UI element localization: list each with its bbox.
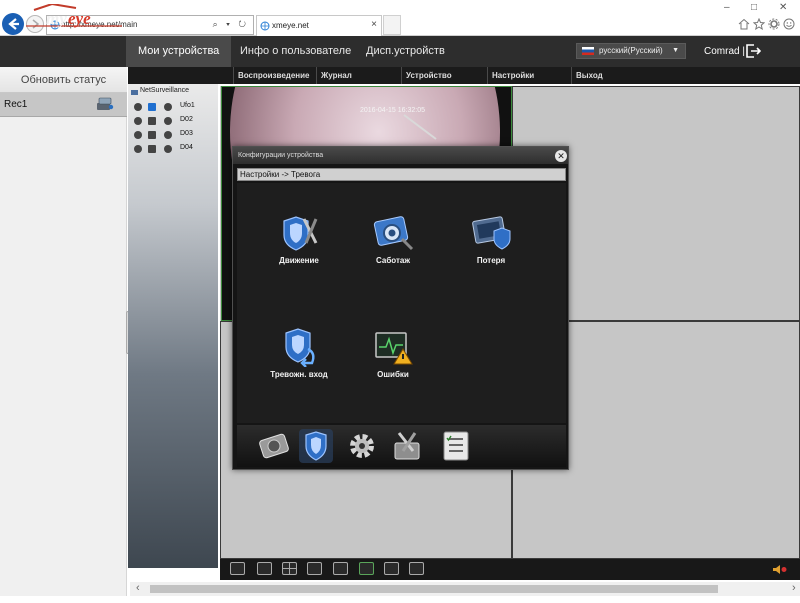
stop-all-icon[interactable] xyxy=(409,562,424,575)
device-tree-icon xyxy=(131,90,138,95)
window-close-button[interactable]: ✕ xyxy=(779,2,787,13)
fullscreen-icon[interactable] xyxy=(230,562,245,575)
menu-log[interactable]: Журнал xyxy=(316,67,352,84)
dialog-title: Конфигурации устройства xyxy=(233,147,568,164)
menu-exit[interactable]: Выход xyxy=(571,67,603,84)
language-select[interactable]: русский(Русский) ▼ xyxy=(576,43,686,59)
camera-tamper-icon xyxy=(373,216,414,251)
breadcrumb: Настройки -> Тревога xyxy=(237,168,566,181)
main-menu-bar xyxy=(128,67,800,84)
record-all-icon[interactable] xyxy=(307,562,322,575)
info-list-icon[interactable] xyxy=(439,429,473,463)
stream-icon[interactable] xyxy=(164,103,172,111)
back-button[interactable] xyxy=(2,13,24,35)
tab-title: xmeye.net xyxy=(272,21,309,30)
scroll-thumb[interactable] xyxy=(150,585,718,593)
menu-playback[interactable]: Воспроизведение xyxy=(233,67,310,84)
errors-label: Ошибки xyxy=(377,370,409,379)
channel-tree: NetSurveillance Ufo1 D02 D03 D04 xyxy=(128,84,218,568)
error-warning-icon xyxy=(375,332,413,365)
video-loss-icon xyxy=(472,216,511,250)
status-bar-fragment xyxy=(358,597,448,603)
disk-icon[interactable] xyxy=(257,429,291,463)
motion-detection-item[interactable]: Движение xyxy=(263,213,335,265)
record-icon[interactable] xyxy=(134,117,142,125)
errors-item[interactable]: Ошибки xyxy=(357,327,429,379)
play-icon[interactable] xyxy=(148,117,156,125)
play-icon[interactable] xyxy=(148,103,156,111)
svg-text:my: my xyxy=(46,9,67,28)
volume-icon[interactable] xyxy=(772,564,788,575)
tamper-label: Саботаж xyxy=(376,256,410,265)
motion-shield-tools-icon xyxy=(283,216,318,251)
nav-user-info[interactable]: Инфо о пользователе xyxy=(228,36,363,67)
dialog-close-icon[interactable]: ✕ xyxy=(555,150,567,162)
tree-root[interactable]: NetSurveillance xyxy=(131,87,189,95)
device-item-rec1[interactable]: Rec1 xyxy=(0,93,127,117)
new-tab-button[interactable] xyxy=(383,15,401,35)
logout-icon[interactable] xyxy=(745,44,761,58)
device-sidebar: Обновить статус Rec1 xyxy=(0,67,127,596)
play-icon[interactable] xyxy=(148,145,156,153)
username: Comrad | xyxy=(704,46,745,57)
alarm-input-item[interactable]: Тревожн. вход xyxy=(263,327,335,379)
browser-tab[interactable]: xmeye.net × xyxy=(256,15,382,36)
alarm-input-icon xyxy=(285,328,315,367)
device-name: Rec1 xyxy=(4,99,28,110)
menu-device[interactable]: Устройство xyxy=(401,67,452,84)
record-icon[interactable] xyxy=(134,131,142,139)
play-icon[interactable] xyxy=(148,131,156,139)
motion-label: Движение xyxy=(279,256,319,265)
stream-icon[interactable] xyxy=(164,131,172,139)
back-arrow-icon xyxy=(8,18,19,30)
tab-close-icon[interactable]: × xyxy=(371,19,377,30)
record-icon[interactable] xyxy=(134,103,142,111)
shield-icon[interactable] xyxy=(299,429,333,463)
stream-icon[interactable] xyxy=(164,117,172,125)
settings-gear-icon[interactable] xyxy=(345,429,379,463)
camera-image-detail xyxy=(403,114,437,140)
svg-text:eye: eye xyxy=(68,9,91,28)
refresh-status-button[interactable]: Обновить статус xyxy=(0,67,127,93)
nav-device-manager[interactable]: Дисп.устройств xyxy=(354,36,457,67)
gear-icon[interactable] xyxy=(768,18,780,30)
chevron-down-icon: ▼ xyxy=(672,47,679,54)
tamper-item[interactable]: Саботаж xyxy=(357,213,429,265)
home-icon[interactable] xyxy=(738,18,750,30)
minimize-button[interactable]: – xyxy=(724,2,730,13)
russia-flag-icon xyxy=(582,47,594,55)
stop-record-icon[interactable] xyxy=(333,562,348,575)
layout-4-icon[interactable] xyxy=(282,562,297,575)
scroll-right-icon[interactable]: › xyxy=(792,582,796,594)
stream-icon[interactable] xyxy=(164,145,172,153)
snapshot-icon[interactable] xyxy=(359,562,374,575)
smiley-icon[interactable] xyxy=(783,18,795,30)
menu-settings[interactable]: Настройки xyxy=(487,67,534,84)
record-icon[interactable] xyxy=(134,145,142,153)
alarm-input-label: Тревожн. вход xyxy=(270,370,328,379)
search-refresh-controls[interactable]: ⌕ ▾ ↻ xyxy=(213,19,249,30)
camera-timestamp: 2016-04-15 16:32:05 xyxy=(360,107,425,114)
system-tools-icon[interactable] xyxy=(391,429,425,463)
dvr-device-icon xyxy=(97,97,114,110)
star-icon[interactable] xyxy=(753,18,765,30)
xmeye-logo: my eye xyxy=(26,4,122,28)
language-value: русский(Русский) xyxy=(599,46,663,55)
device-config-dialog: Конфигурации устройства ✕ Настройки -> Т… xyxy=(232,146,569,470)
layout-1-icon[interactable] xyxy=(257,562,272,575)
dialog-footer-tabs xyxy=(237,425,566,467)
play-all-icon[interactable] xyxy=(384,562,399,575)
video-loss-item[interactable]: Потеря xyxy=(455,213,527,265)
horizontal-scrollbar[interactable]: ‹ › xyxy=(130,582,800,596)
alarm-settings-panel: Движение Саботаж Потеря Тревожн. вход Ош… xyxy=(237,183,566,423)
loss-label: Потеря xyxy=(476,256,506,265)
tab-globe-icon xyxy=(260,21,270,31)
maximize-button[interactable]: □ xyxy=(751,2,757,13)
nav-my-devices[interactable]: Мои устройства xyxy=(126,36,232,67)
scroll-left-icon[interactable]: ‹ xyxy=(136,582,140,594)
